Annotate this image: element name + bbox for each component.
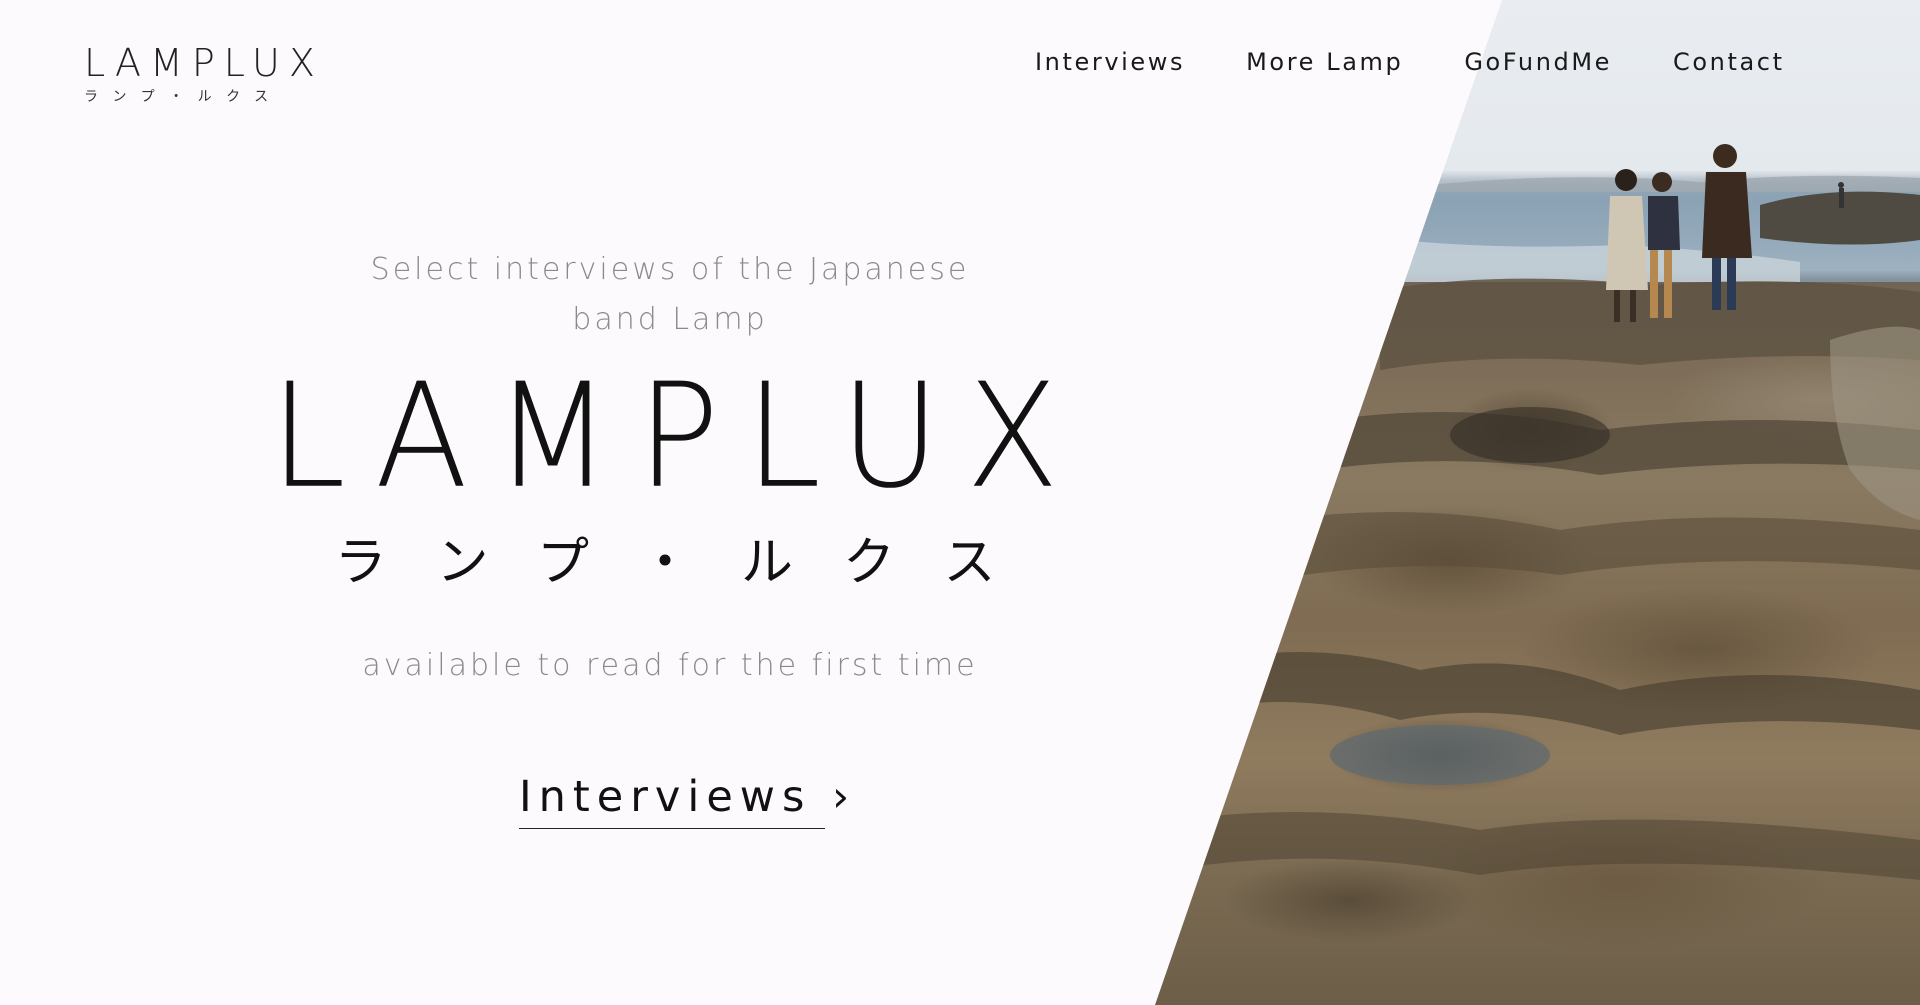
hero-title: LAMPLUX (270, 353, 1085, 521)
logo-text: LAMPLUX (84, 41, 324, 85)
nav-gofundme-link[interactable]: GoFundMe (1464, 46, 1612, 78)
hero-description: available to read for the first time (362, 648, 978, 683)
main-nav: Interviews More Lamp GoFundMe Contact (1035, 46, 1785, 78)
site-logo[interactable]: LAMPLUX ランプ・ルクス (84, 42, 328, 106)
nav-interviews-link[interactable]: Interviews (1035, 46, 1185, 78)
hero-title-japanese: ランプ・ルクス (334, 533, 1046, 593)
interviews-cta-link[interactable]: Interviews › (519, 770, 849, 829)
nav-contact-link[interactable]: Contact (1673, 46, 1785, 78)
page: LAMPLUX ランプ・ルクス Interviews More Lamp GoF… (0, 0, 1920, 1005)
hero-tagline: Select interviews of the Japanese band L… (370, 252, 970, 337)
logo-subtext: ランプ・ルクス (84, 89, 283, 105)
nav-more-lamp-link[interactable]: More Lamp (1246, 46, 1403, 78)
